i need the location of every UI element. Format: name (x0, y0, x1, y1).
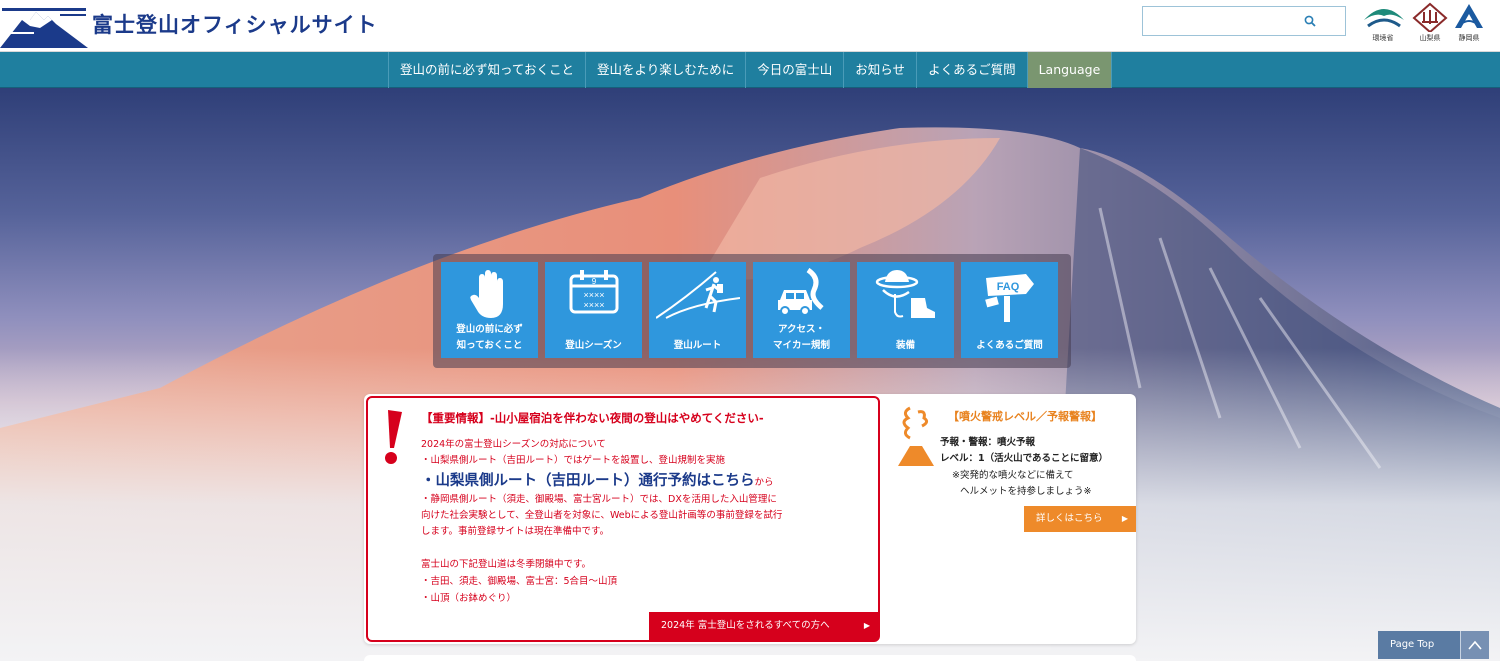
volcano-icon (898, 406, 934, 466)
site-title: 富士登山オフィシャルサイト (92, 13, 378, 37)
nav-item-news[interactable]: お知らせ (843, 52, 916, 88)
important-notice: 【重要情報】-山小屋宿泊を伴わない夜間の登山はやめてください- 2024年の富士… (366, 396, 880, 642)
notice-line[interactable]: 向けた社会実験として、全登山者を対象に、Webによる登山計画等の事前登録を試行 (421, 507, 782, 521)
button-label: 2024年 富士登山をされるすべての方へ (661, 620, 830, 631)
tile-climbing-season[interactable]: 9 ×××× ×××× 登山シーズン (545, 262, 642, 358)
notice-line[interactable]: 2024年の富士登山シーズンの対応について (421, 436, 606, 450)
search-input[interactable] (1149, 7, 1309, 35)
notice-line[interactable]: ・静岡県側ルート（須走、御殿場、富士宮ルート）では、DXを活用した入山管理に (421, 491, 777, 505)
yamanashi-link[interactable]: 山梨県 (1409, 2, 1451, 46)
content-panel-edge (364, 655, 1136, 661)
volcanic-note: ※突発的な噴火などに備えて (952, 470, 1074, 481)
mount-fuji-logo-icon (0, 8, 88, 48)
notice-line: 富士山の下記登山道は冬季閉鎖中です。 (421, 559, 592, 570)
svg-text:××××: ×××× (583, 300, 604, 310)
page-top-label: Page Top (1390, 639, 1435, 650)
volcanic-alert-title[interactable]: 【噴火警戒レベル／予報警報】 (948, 408, 1102, 424)
yamanashi-logo-icon (1412, 2, 1448, 32)
notice-title[interactable]: 【重要情報】-山小屋宿泊を伴わない夜間の登山はやめてください- (421, 410, 764, 426)
notice-panel: 【重要情報】-山小屋宿泊を伴わない夜間の登山はやめてください- 2024年の富士… (364, 394, 1136, 644)
notice-line[interactable]: ・山梨県側ルート（吉田ルート）ではゲートを設置し、登山規制を実施 (421, 452, 725, 466)
shizuoka-link[interactable]: 静岡県 (1448, 2, 1490, 46)
notice-line: ・吉田、須走、御殿場、富士宮：5合目〜山頂 (421, 576, 618, 587)
reservation-link-text[interactable]: ・山梨県側ルート（吉田ルート）通行予約はこちら (421, 473, 755, 489)
prefecture-label: 山梨県 (1419, 34, 1441, 42)
nav-item-today-fuji[interactable]: 今日の富士山 (745, 52, 843, 88)
arrow-right-icon: ▶ (1121, 514, 1128, 523)
tile-faq[interactable]: FAQ よくあるご質問 (961, 262, 1058, 358)
ministry-environment-logo-icon (1364, 9, 1404, 28)
prefecture-label: 静岡県 (1458, 34, 1480, 42)
nav-item-language[interactable]: Language (1026, 52, 1113, 88)
prefecture-label: 環境省 (1372, 34, 1394, 42)
notice-all-climbers-button[interactable]: 2024年 富士登山をされるすべての方へ ▶ (649, 612, 878, 640)
volcanic-level: レベル：1（活火山であることに留意） (940, 453, 1109, 464)
nav-item-enjoy-climbing[interactable]: 登山をより楽しむために (585, 52, 745, 88)
shizuoka-logo-icon (1455, 4, 1483, 28)
nav-item-before-climbing[interactable]: 登山の前に必ず知っておくこと (388, 52, 585, 88)
svg-text:FAQ: FAQ (996, 281, 1019, 293)
svg-text:××××: ×××× (583, 290, 604, 300)
tile-label: 登山ルート (673, 340, 722, 351)
volcanic-forecast: 予報・警報：噴火予報 (940, 437, 1036, 448)
calendar-icon: 9 ×××× ×××× (569, 270, 618, 314)
search-box (1142, 6, 1346, 36)
tile-access[interactable]: アクセス・ マイカー規制 (753, 262, 850, 358)
tile-label: 装備 (895, 340, 915, 351)
nav-item-faq[interactable]: よくあるご質問 (916, 52, 1027, 88)
volcanic-details-button[interactable]: 詳しくはこちら ▶ (1024, 506, 1136, 532)
ministry-environment-link[interactable]: 環境省 (1362, 2, 1404, 46)
tile-label: アクセス・ マイカー規制 (772, 324, 830, 351)
gear-icon (875, 270, 935, 318)
notice-line[interactable]: します。事前登録サイトは現在準備中です。 (421, 523, 609, 537)
tile-label: 登山シーズン (565, 340, 622, 351)
volcanic-alert-panel: 【噴火警戒レベル／予報警報】 予報・警報：噴火予報 レベル：1（活火山であること… (890, 394, 1136, 544)
volcanic-note: ヘルメットを持参しましょう※ (960, 486, 1092, 497)
tile-label: 登山の前に必ず 知っておくこと (456, 324, 523, 351)
tile-climbing-route[interactable]: 登山ルート (649, 262, 746, 358)
reservation-link-suffix: から (754, 477, 774, 488)
tile-before-climbing[interactable]: 登山の前に必ず 知っておくこと (441, 262, 538, 358)
svg-text:9: 9 (591, 277, 596, 286)
main-navigation: 登山の前に必ず知っておくこと 登山をより楽しむために 今日の富士山 お知らせ よ… (0, 52, 1500, 88)
button-label: 詳しくはこちら (1036, 513, 1103, 524)
quick-links-panel: 登山の前に必ず 知っておくこと 9 ×××× ×××× 登山シーズン 登山ルート… (433, 254, 1071, 368)
reservation-link[interactable]: ・山梨県側ルート（吉田ルート）通行予約はこちらから (421, 469, 774, 490)
arrow-right-icon: ▶ (863, 621, 870, 630)
search-icon[interactable] (1303, 14, 1317, 28)
notice-line: ・山頂（お鉢めぐり） (421, 593, 517, 604)
hiker-icon (655, 271, 740, 319)
site-header: 富士登山オフィシャルサイト 環境省 山梨県 静岡県 (0, 0, 1500, 52)
car-icon (777, 268, 824, 316)
tile-label: よくあるご質問 (976, 340, 1043, 351)
chevron-up-icon (1460, 631, 1489, 659)
tile-equipment[interactable]: 装備 (857, 262, 954, 358)
exclamation-icon (385, 410, 402, 464)
hand-icon (469, 270, 503, 318)
page-top-button[interactable]: Page Top (1378, 631, 1489, 659)
faq-sign-icon: FAQ (984, 274, 1034, 322)
site-logo[interactable]: 富士登山オフィシャルサイト (0, 0, 377, 50)
